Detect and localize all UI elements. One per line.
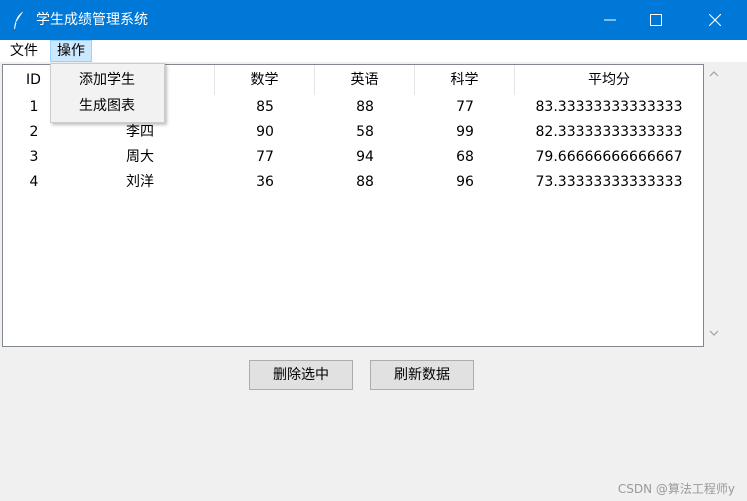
cell-science: 99 <box>456 124 474 140</box>
maximize-button[interactable] <box>633 0 679 40</box>
title-bar[interactable]: 学生成绩管理系统 <box>0 0 747 40</box>
cell-english: 88 <box>356 99 374 115</box>
header-english[interactable]: 英语 <box>315 65 415 95</box>
cell-english: 88 <box>356 174 374 190</box>
maximize-icon <box>650 14 662 26</box>
cell-math: 90 <box>256 124 274 140</box>
menu-item-add-student[interactable]: 添加学生 <box>51 68 164 92</box>
cell-science: 68 <box>456 149 474 165</box>
minimize-icon <box>604 19 616 21</box>
cell-average: 73.33333333333333 <box>535 174 683 190</box>
header-math[interactable]: 数学 <box>215 65 315 95</box>
table-row[interactable]: 2 李四 90 58 99 82.33333333333333 <box>3 120 703 145</box>
cell-name: 李四 <box>126 124 154 140</box>
chevron-up-icon[interactable] <box>709 70 719 77</box>
watermark: CSDN @算法工程师y <box>617 482 735 496</box>
cell-english: 94 <box>356 149 374 165</box>
close-button[interactable] <box>692 0 738 40</box>
chevron-down-icon[interactable] <box>709 330 719 337</box>
cell-average: 79.66666666666667 <box>535 149 683 165</box>
cell-science: 96 <box>456 174 474 190</box>
menu-bar: 文件 操作 <box>0 40 747 62</box>
menu-operations[interactable]: 操作 <box>50 40 92 62</box>
feather-icon <box>14 10 25 29</box>
header-average[interactable]: 平均分 <box>515 65 703 95</box>
table-row[interactable]: 3 周大 77 94 68 79.66666666666667 <box>3 145 703 170</box>
vertical-scrollbar[interactable] <box>704 64 724 347</box>
menu-file[interactable]: 文件 <box>4 41 44 61</box>
cell-average: 83.33333333333333 <box>535 99 683 115</box>
window-title: 学生成绩管理系统 <box>36 12 148 28</box>
header-science[interactable]: 科学 <box>415 65 515 95</box>
cell-english: 58 <box>356 124 374 140</box>
delete-selected-button[interactable]: 删除选中 <box>249 360 353 390</box>
cell-name: 周大 <box>126 149 154 165</box>
table-row[interactable]: 4 刘洋 36 88 96 73.33333333333333 <box>3 170 703 195</box>
operations-dropdown: 添加学生 生成图表 <box>50 63 165 123</box>
cell-math: 85 <box>256 99 274 115</box>
minimize-button[interactable] <box>587 0 633 40</box>
cell-math: 77 <box>256 149 274 165</box>
cell-average: 82.33333333333333 <box>535 124 683 140</box>
cell-science: 77 <box>456 99 474 115</box>
cell-math: 36 <box>256 174 274 190</box>
refresh-data-button[interactable]: 刷新数据 <box>370 360 474 390</box>
close-icon <box>709 14 721 26</box>
menu-item-generate-chart[interactable]: 生成图表 <box>51 94 164 118</box>
cell-name: 刘洋 <box>126 174 154 190</box>
cell-id: 4 <box>29 174 39 190</box>
cell-id: 2 <box>29 124 39 140</box>
cell-id: 3 <box>29 149 39 165</box>
